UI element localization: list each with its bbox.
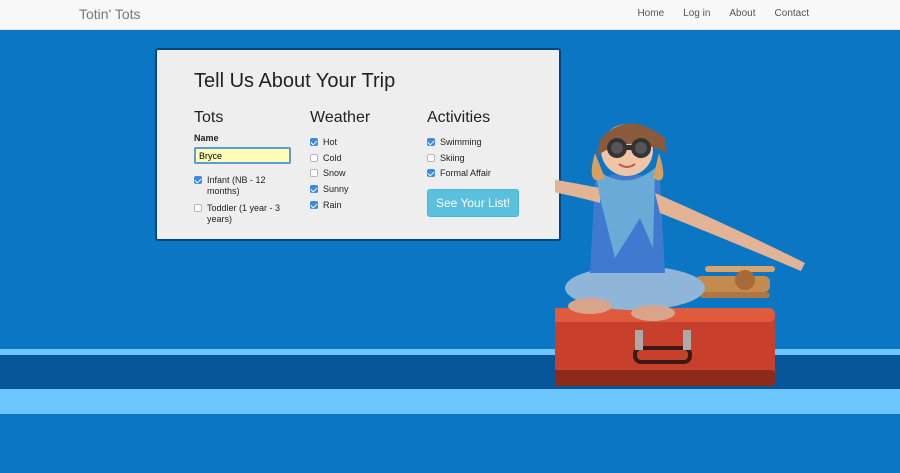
tots-option-infant[interactable]: Infant (NB - 12 months)	[194, 175, 284, 197]
nav-contact-link[interactable]: Contact	[775, 8, 809, 19]
nav-links: Home Log in About Contact	[618, 8, 809, 19]
activity-option-swimming[interactable]: Swimming	[427, 137, 482, 148]
sunny-label: Sunny	[323, 184, 349, 194]
weather-option-hot[interactable]: Hot	[310, 137, 337, 148]
child-on-suitcase-illustration	[555, 123, 805, 386]
infant-checkbox[interactable]	[194, 176, 202, 184]
swimming-label: Swimming	[440, 137, 482, 147]
tots-option-toddler[interactable]: Toddler (1 year - 3 years)	[194, 203, 290, 225]
rain-checkbox[interactable]	[310, 201, 318, 209]
activity-option-formal-affair[interactable]: Formal Affair	[427, 168, 491, 179]
activities-heading: Activities	[427, 109, 491, 126]
formal-affair-checkbox[interactable]	[427, 169, 435, 177]
activity-option-skiing[interactable]: Skiing	[427, 153, 465, 164]
trip-form-card: Tell Us About Your Trip Tots Name Infant…	[155, 48, 561, 241]
formal-affair-label: Formal Affair	[440, 168, 491, 178]
toddler-label-line1: Toddler (1 year - 3	[207, 203, 281, 213]
snow-checkbox[interactable]	[310, 169, 318, 177]
cold-label: Cold	[323, 153, 342, 163]
nav-home-link[interactable]: Home	[637, 8, 664, 19]
snow-label: Snow	[323, 168, 346, 178]
background-stripe-light-bottom	[0, 389, 900, 414]
child-image	[555, 123, 805, 273]
brand-link[interactable]: Totin' Tots	[79, 6, 141, 22]
weather-option-sunny[interactable]: Sunny	[310, 184, 349, 195]
weather-option-rain[interactable]: Rain	[310, 200, 342, 211]
form-title: Tell Us About Your Trip	[194, 70, 396, 92]
rain-label: Rain	[323, 200, 342, 210]
skiing-checkbox[interactable]	[427, 154, 435, 162]
name-input[interactable]	[194, 147, 291, 164]
weather-option-snow[interactable]: Snow	[310, 168, 346, 179]
name-label: Name	[194, 133, 219, 143]
hot-label: Hot	[323, 137, 338, 147]
toddler-checkbox[interactable]	[194, 204, 202, 212]
toddler-label-line2: years)	[207, 214, 233, 224]
weather-option-cold[interactable]: Cold	[310, 153, 342, 164]
cold-checkbox[interactable]	[310, 154, 318, 162]
swimming-checkbox[interactable]	[427, 138, 435, 146]
toy-plane-image	[695, 266, 775, 298]
sunny-checkbox[interactable]	[310, 185, 318, 193]
navbar: Totin' Tots Home Log in About Contact	[0, 0, 900, 30]
tots-heading: Tots	[194, 109, 224, 126]
infant-label-line1: Infant (NB - 12	[207, 175, 266, 185]
see-your-list-button[interactable]: See Your List!	[427, 189, 519, 217]
nav-about-link[interactable]: About	[729, 8, 755, 19]
infant-label-line2: months)	[207, 186, 240, 196]
nav-login-link[interactable]: Log in	[683, 8, 710, 19]
skiing-label: Skiing	[440, 153, 465, 163]
hot-checkbox[interactable]	[310, 138, 318, 146]
weather-heading: Weather	[310, 109, 371, 126]
